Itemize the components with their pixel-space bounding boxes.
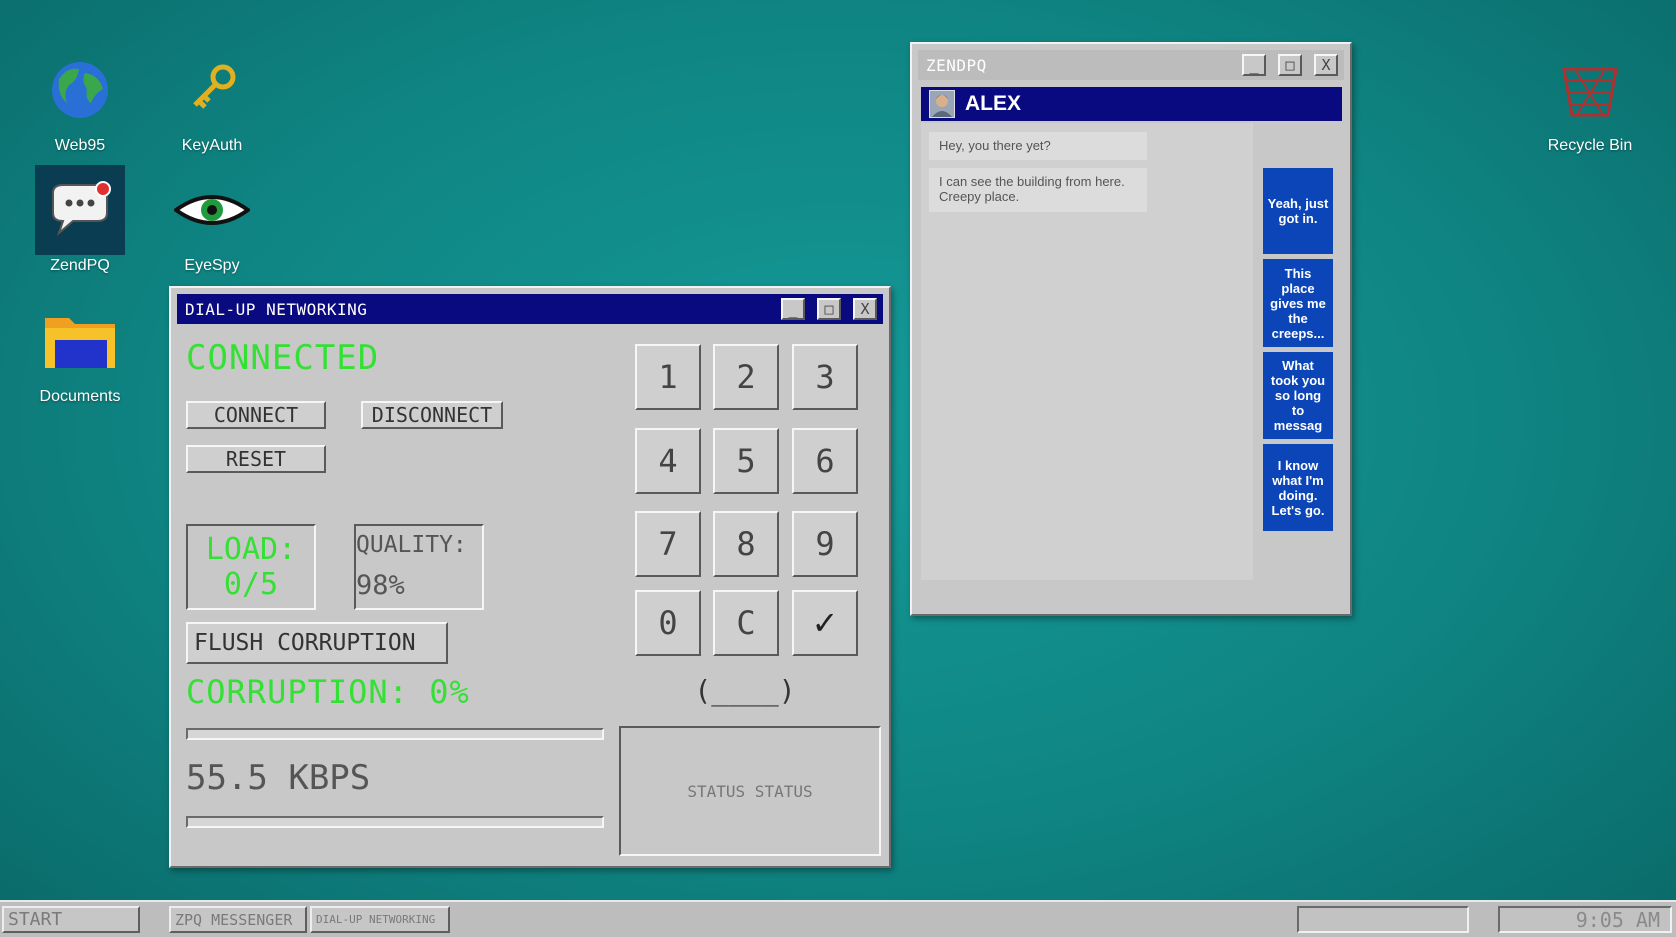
keypad-key-7[interactable]: 7 (635, 511, 701, 577)
incoming-message: I can see the building from here. Creepy… (929, 168, 1147, 212)
desktop-icon-zendpq[interactable]: ZendPQ (30, 165, 130, 275)
load-label: LOAD: (205, 532, 297, 567)
keypad-key-clear[interactable]: C (713, 590, 779, 656)
clock: 9:05 AM (1498, 906, 1672, 933)
desktop-icon-documents[interactable]: Documents (30, 296, 130, 406)
recycle-bin-icon (1545, 45, 1635, 135)
contact-header: ALEX (921, 87, 1342, 121)
connection-status: CONNECTED (186, 338, 380, 378)
flush-corruption-button[interactable]: FLUSH CORRUPTION (186, 622, 448, 664)
incoming-message: Hey, you there yet? (929, 132, 1147, 160)
disconnect-button[interactable]: DISCONNECT (361, 401, 503, 429)
dial-number-display: (____) (694, 674, 796, 707)
desktop-icon-keyauth[interactable]: KeyAuth (162, 45, 262, 155)
desktop-icon-label: Recycle Bin (1547, 137, 1633, 154)
keypad-key-confirm[interactable]: ✓ (792, 590, 858, 656)
top-progress-bar (186, 728, 604, 740)
maximize-button[interactable]: □ (1278, 54, 1302, 76)
desktop-icon-recycle-bin[interactable]: Recycle Bin (1535, 45, 1645, 155)
status-box-text: STATUS STATUS (687, 781, 813, 801)
load-value: 0/5 (223, 567, 279, 602)
task-button-zpq-messenger[interactable]: ZPQ MESSENGER (169, 906, 307, 933)
desktop-icon-label: EyeSpy (184, 257, 240, 274)
tray-area (1297, 906, 1469, 933)
reply-option[interactable]: I know what I'm doing. Let's go. (1263, 444, 1333, 531)
chat-bubble-icon (35, 165, 125, 255)
keypad-key-4[interactable]: 4 (635, 428, 701, 494)
desktop-icon-label: Documents (39, 388, 121, 405)
keypad-key-0[interactable]: 0 (635, 590, 701, 656)
bottom-progress-bar (186, 816, 604, 828)
taskbar: START ZPQ MESSENGER DIAL-UP NETWORKING 9… (0, 900, 1676, 937)
keypad-key-5[interactable]: 5 (713, 428, 779, 494)
quality-value: 98% (356, 570, 405, 601)
close-button[interactable]: X (1314, 54, 1338, 76)
keypad-key-2[interactable]: 2 (713, 344, 779, 410)
keypad-key-9[interactable]: 9 (792, 511, 858, 577)
task-button-dialup-networking[interactable]: DIAL-UP NETWORKING (310, 906, 450, 933)
chat-window: ZENDPQ _ □ X ALEX Hey, you there yet? I … (910, 42, 1352, 616)
close-button[interactable]: X (853, 298, 877, 320)
quality-display: QUALITY: 98% (354, 524, 484, 610)
desktop-icon-label: KeyAuth (181, 137, 243, 154)
load-display: LOAD: 0/5 (186, 524, 316, 610)
keypad-key-1[interactable]: 1 (635, 344, 701, 410)
desktop-icon-label: Web95 (54, 137, 106, 154)
keypad-key-6[interactable]: 6 (792, 428, 858, 494)
reply-option[interactable]: This place gives me the creeps... (1263, 259, 1333, 347)
quality-label: QUALITY: (356, 532, 467, 558)
desktop-icon-eyespy[interactable]: EyeSpy (162, 165, 262, 275)
dialup-titlebar[interactable]: DIAL-UP NETWORKING _ □ X (177, 294, 883, 324)
start-button[interactable]: START (2, 906, 140, 933)
avatar (929, 90, 955, 118)
reply-option[interactable]: Yeah, just got in. (1263, 168, 1333, 254)
connect-button[interactable]: CONNECT (186, 401, 326, 429)
reply-option[interactable]: What took you so long to messag (1263, 352, 1333, 439)
corruption-readout: CORRUPTION: 0% (186, 673, 470, 711)
window-title: ZENDPQ (926, 55, 987, 75)
desktop-icon-label: ZendPQ (50, 257, 110, 274)
minimize-button[interactable]: _ (781, 298, 805, 320)
keypad-key-8[interactable]: 8 (713, 511, 779, 577)
folder-icon (35, 296, 125, 386)
window-title: DIAL-UP NETWORKING (185, 299, 368, 319)
desktop-icon-web95[interactable]: Web95 (30, 45, 130, 155)
keypad-key-3[interactable]: 3 (792, 344, 858, 410)
minimize-button[interactable]: _ (1242, 54, 1266, 76)
globe-icon (35, 45, 125, 135)
reset-button[interactable]: RESET (186, 445, 326, 473)
contact-name: ALEX (965, 92, 1022, 115)
status-box: STATUS STATUS (619, 726, 881, 856)
chat-titlebar[interactable]: ZENDPQ _ □ X (918, 50, 1344, 80)
connection-speed: 55.5 KBPS (186, 758, 371, 798)
key-icon (167, 45, 257, 135)
dialup-window: DIAL-UP NETWORKING _ □ X CONNECTED CONNE… (169, 286, 891, 868)
eye-icon (167, 165, 257, 255)
maximize-button[interactable]: □ (817, 298, 841, 320)
